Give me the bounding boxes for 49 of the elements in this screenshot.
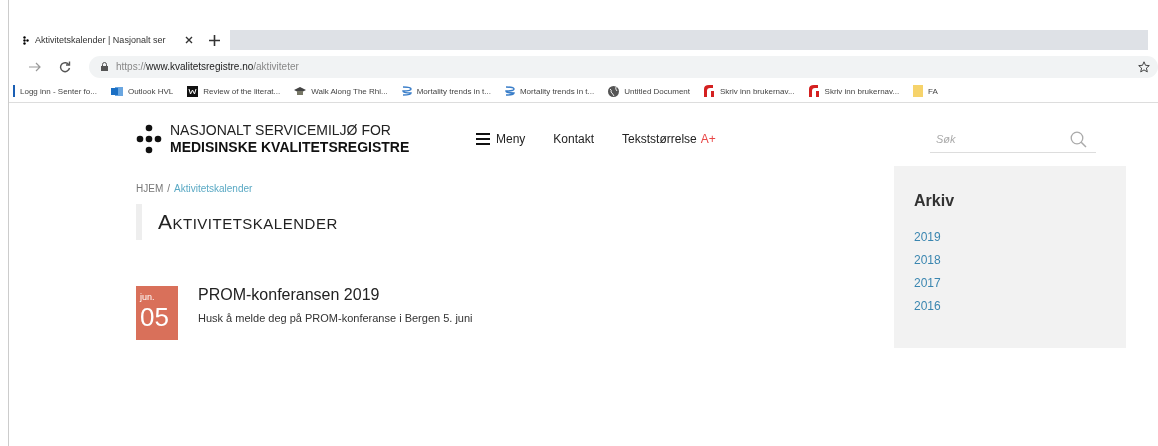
new-tab-icon[interactable] — [209, 34, 220, 46]
square-icon — [187, 85, 199, 97]
cap-icon — [294, 87, 307, 95]
arch-logo-icon — [808, 85, 820, 97]
archive-year-link[interactable]: 2017 — [914, 272, 941, 295]
globe-icon — [608, 85, 620, 97]
address-bar[interactable]: https://www.kvalitetsregistre.no/aktiviteter — [89, 55, 1158, 78]
event-title-link[interactable]: PROM-konferansen 2019 — [198, 286, 473, 304]
bookmark-item[interactable]: Skriv inn brukernav... — [704, 85, 795, 97]
logo-icon — [136, 124, 162, 154]
helix-icon — [401, 85, 412, 97]
page-heading: AKTIVITETSKALENDER — [136, 204, 338, 240]
text-size-label: Tekststørrelse — [622, 132, 697, 146]
tab-title: Aktivitetskalender | Nasjonalt ser — [35, 35, 167, 45]
star-icon[interactable] — [1138, 60, 1150, 73]
contact-link[interactable]: Kontakt — [553, 132, 595, 146]
archive-year-link[interactable]: 2016 — [914, 295, 941, 318]
reload-icon[interactable] — [59, 60, 71, 73]
bookmark-item[interactable]: Walk Along The Rhi... — [294, 86, 388, 96]
bookmark-item[interactable]: Logg inn - Senter fo... — [13, 85, 97, 97]
search-field[interactable]: Søk — [930, 125, 1096, 153]
archive-year-link[interactable]: 2018 — [914, 249, 941, 272]
breadcrumb-separator: / — [167, 183, 170, 194]
bookmark-item[interactable]: Skriv inn brukernav... — [808, 85, 900, 97]
bookmark-item[interactable]: Outlook HVL — [110, 85, 174, 97]
archive-title: Arkiv — [914, 192, 955, 210]
event-description: Husk å melde deg på PROM-konferanse i Bergen 5. juni — [198, 312, 473, 324]
menu-icon — [476, 133, 490, 145]
logo-text: NASJONALT SERVICEMILJØ FOR — [170, 122, 392, 139]
logo-text: MEDISINSKE KVALITETSREGISTRE — [170, 139, 410, 156]
text-size-link[interactable]: A+ — [700, 132, 716, 146]
dots-icon — [23, 35, 29, 45]
arch-logo-icon — [704, 85, 715, 97]
folder-icon — [913, 85, 924, 97]
forward-arrow-icon[interactable] — [29, 61, 41, 72]
lock-icon — [101, 62, 108, 71]
breadcrumb-link[interactable]: HJEM — [136, 183, 164, 194]
bookmark-item[interactable]: Mortality trends in t... — [504, 85, 595, 97]
archive-year-link[interactable]: 2019 — [914, 226, 941, 249]
bookmark-item[interactable]: Mortality trends in t... — [401, 85, 491, 97]
mail-icon — [110, 85, 123, 97]
menu-link[interactable]: Meny — [476, 132, 526, 146]
helix-icon — [504, 85, 515, 97]
bookmark-item[interactable]: Untitled Document — [608, 85, 690, 97]
url-text: https://www.kvalitetsregistre.no/aktiviteter — [116, 61, 299, 72]
date-badge: jun. 05 — [136, 286, 178, 340]
bookmark-item[interactable]: FA — [913, 85, 938, 97]
bookmark-item[interactable]: Review of the literat... — [187, 85, 281, 97]
close-icon[interactable] — [185, 36, 193, 44]
